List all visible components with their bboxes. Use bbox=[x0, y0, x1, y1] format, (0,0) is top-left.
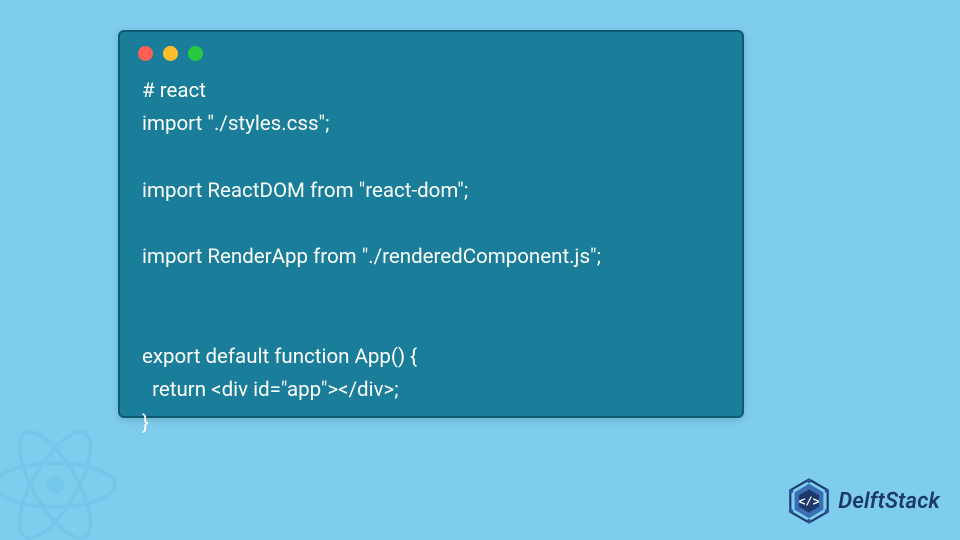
delftstack-logo-icon: </> bbox=[786, 478, 832, 524]
brand: </> DelftStack bbox=[786, 478, 940, 524]
svg-text:</>: </> bbox=[799, 496, 820, 509]
minimize-icon bbox=[163, 46, 178, 61]
code-card: # react import "./styles.css"; import Re… bbox=[118, 30, 744, 418]
brand-name: DelftStack bbox=[838, 489, 940, 514]
react-bg-icon bbox=[0, 410, 130, 540]
close-icon bbox=[138, 46, 153, 61]
maximize-icon bbox=[188, 46, 203, 61]
window-traffic-lights bbox=[120, 32, 742, 69]
code-content: # react import "./styles.css"; import Re… bbox=[120, 69, 742, 458]
